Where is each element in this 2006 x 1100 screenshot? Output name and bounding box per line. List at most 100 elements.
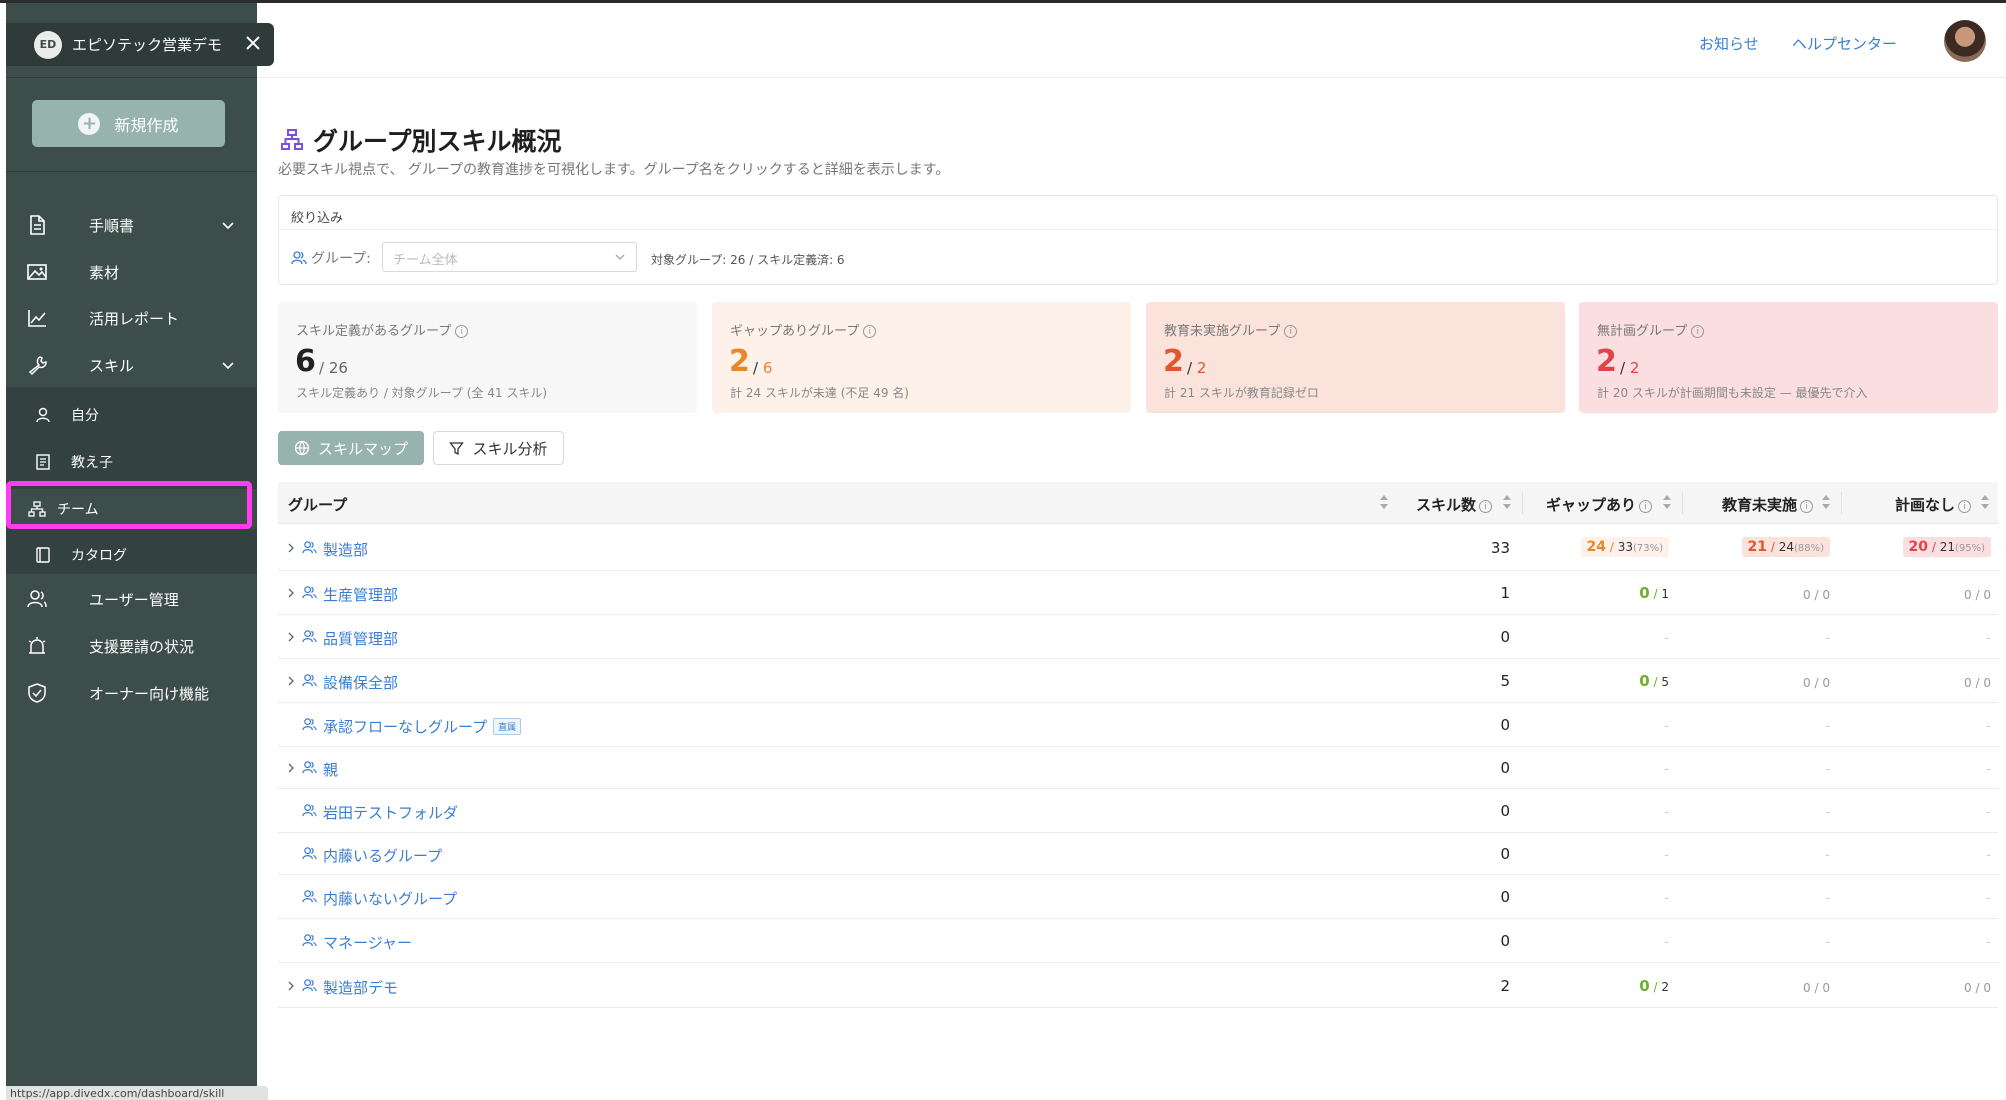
- sort-icon[interactable]: [1379, 493, 1389, 511]
- sidebar-item-user-management[interactable]: ユーザー管理: [6, 579, 257, 619]
- sort-icon[interactable]: [1502, 493, 1512, 511]
- col-header-unplanned[interactable]: 計画なし i: [1895, 494, 1972, 515]
- group-name-link[interactable]: 設備保全部: [323, 672, 398, 693]
- sidebar-item-assets[interactable]: 素材: [6, 252, 257, 292]
- group-select[interactable]: チーム全体: [382, 242, 637, 272]
- table-row[interactable]: 設備保全部 5 0 / 50 / 00 / 0: [278, 659, 1998, 703]
- empty-dash: -: [1664, 762, 1669, 777]
- avatar[interactable]: [1944, 20, 1986, 62]
- chevron-right-icon[interactable]: [286, 761, 296, 775]
- gap-cell: -: [1664, 628, 1669, 646]
- sidebar-item-catalog[interactable]: カタログ: [6, 535, 257, 575]
- group-name-link[interactable]: 内藤いるグループ: [323, 845, 442, 866]
- table-row[interactable]: 岩田テストフォルダ 0 - - -: [278, 789, 1998, 833]
- group-name: 設備保全部: [323, 674, 399, 692]
- info-icon[interactable]: i: [1691, 325, 1705, 338]
- col-header-untrained[interactable]: 教育未実施 i: [1722, 494, 1814, 515]
- info-icon[interactable]: i: [1479, 500, 1493, 513]
- ratio-value: 21: [1747, 539, 1768, 555]
- untrained-cell: 0 / 0: [1803, 585, 1830, 603]
- group-name: 製造部: [323, 541, 369, 559]
- gap-cell: -: [1664, 802, 1669, 820]
- chevron-right-icon[interactable]: [286, 630, 296, 644]
- untrained-cell: -: [1825, 802, 1830, 820]
- sidebar-item-self[interactable]: 自分: [6, 395, 257, 435]
- ratio-total: 5: [1661, 675, 1669, 689]
- card-note: スキル定義あり / 対象グループ (全 41 スキル): [296, 386, 548, 400]
- skill-analysis-button[interactable]: スキル分析: [433, 431, 564, 465]
- unplanned-cell: 0 / 0: [1964, 673, 1991, 691]
- col-header-group[interactable]: グループ: [288, 494, 347, 515]
- sidebar-item-label: 手順書: [89, 216, 135, 235]
- info-icon[interactable]: i: [1284, 325, 1298, 338]
- table-row[interactable]: マネージャー 0 - - -: [278, 919, 1998, 963]
- group-name-link[interactable]: 親: [323, 759, 338, 780]
- sidebar-item-students[interactable]: 教え子: [6, 442, 257, 482]
- ratio-empty: 0 / 0: [1803, 588, 1830, 602]
- divider: [6, 77, 257, 78]
- skill-count: 0: [1500, 628, 1510, 646]
- skill-map-button[interactable]: スキルマップ: [278, 431, 424, 465]
- sidebar-item-support-requests[interactable]: 支援要請の状況: [6, 626, 257, 666]
- group-name-link[interactable]: マネージャー: [323, 932, 412, 953]
- team-highlight-box: [6, 481, 252, 529]
- group-name-link[interactable]: 生産管理部: [323, 584, 398, 605]
- chevron-right-icon[interactable]: [286, 979, 296, 993]
- sort-icon[interactable]: [1662, 493, 1672, 511]
- chevron-down-icon: [222, 362, 234, 370]
- group-name-link[interactable]: 承認フローなしグループ 直属: [323, 716, 522, 737]
- sort-icon[interactable]: [1821, 493, 1831, 511]
- document-icon: [30, 215, 45, 235]
- chevron-right-icon[interactable]: [286, 674, 296, 688]
- col-header-skills-label: スキル数: [1416, 496, 1477, 514]
- col-header-gap[interactable]: ギャップあり i: [1546, 494, 1653, 515]
- table-row[interactable]: 生産管理部 1 0 / 10 / 00 / 0: [278, 571, 1998, 615]
- card-note: 計 21 スキルが教育記録ゼロ: [1164, 386, 1319, 400]
- sidebar-item-manuals[interactable]: 手順書: [6, 205, 257, 245]
- table-row[interactable]: 内藤いないグループ 0 - - -: [278, 875, 1998, 919]
- page-description: 必要スキル視点で、 グループの教育進捗を可視化します。グループ名をクリックすると…: [278, 162, 950, 178]
- new-create-button[interactable]: + 新規作成: [32, 100, 225, 147]
- gap-cell: -: [1664, 759, 1669, 777]
- group-name: マネージャー: [323, 934, 412, 952]
- info-icon[interactable]: i: [1958, 500, 1972, 513]
- table-row[interactable]: 親 0 - - -: [278, 747, 1998, 789]
- ratio-empty: 0 / 0: [1803, 676, 1830, 690]
- table-row[interactable]: 承認フローなしグループ 直属 0 - - -: [278, 703, 1998, 747]
- sidebar-item-owner-features[interactable]: オーナー向け機能: [6, 673, 257, 713]
- table-row[interactable]: 品質管理部 0 - - -: [278, 615, 1998, 659]
- help-center-link[interactable]: ヘルプセンター: [1792, 33, 1897, 54]
- sidebar-item-skills[interactable]: スキル: [6, 345, 257, 385]
- unplanned-cell: -: [1986, 759, 1991, 777]
- unplanned-cell: -: [1986, 628, 1991, 646]
- table-row[interactable]: 内藤いるグループ 0 - - -: [278, 833, 1998, 875]
- info-icon[interactable]: i: [863, 325, 877, 338]
- sort-icon[interactable]: [1980, 493, 1990, 511]
- chevron-right-icon[interactable]: [286, 541, 296, 555]
- untrained-cell: -: [1825, 845, 1830, 863]
- col-header-skills[interactable]: スキル数 i: [1416, 494, 1493, 515]
- ratio-total: 24: [1778, 540, 1794, 554]
- gap-cell: 0 / 1: [1639, 584, 1669, 602]
- info-icon[interactable]: i: [1800, 500, 1814, 513]
- group-name-link[interactable]: 製造部: [323, 539, 368, 560]
- org-switcher[interactable]: ED エピソテック営業デモ: [6, 23, 274, 66]
- chevron-right-icon[interactable]: [286, 586, 296, 600]
- unplanned-cell: -: [1986, 888, 1991, 906]
- group-name: 内藤いるグループ: [323, 847, 443, 865]
- news-link[interactable]: お知らせ: [1699, 33, 1759, 54]
- group-name-link[interactable]: 製造部デモ: [323, 977, 398, 998]
- sidebar-item-usage-report[interactable]: 活用レポート: [6, 298, 257, 338]
- group-name-link[interactable]: 岩田テストフォルダ: [323, 802, 458, 823]
- empty-dash: -: [1664, 848, 1669, 863]
- column-divider: [1522, 492, 1523, 514]
- info-icon[interactable]: i: [455, 325, 469, 338]
- card-total-value: 6: [762, 359, 773, 377]
- table-row[interactable]: 製造部デモ 2 0 / 20 / 00 / 0: [278, 963, 1998, 1008]
- info-icon[interactable]: i: [1639, 500, 1653, 513]
- group-name-link[interactable]: 内藤いないグループ: [323, 888, 457, 909]
- card-total: / 26: [319, 359, 348, 377]
- group-name-link[interactable]: 品質管理部: [323, 628, 398, 649]
- table-row[interactable]: 製造部 33 24 / 33(73%) 21 / 24(88%) 20 / 21(95%…: [278, 525, 1998, 571]
- group-name: 内藤いないグループ: [323, 890, 458, 908]
